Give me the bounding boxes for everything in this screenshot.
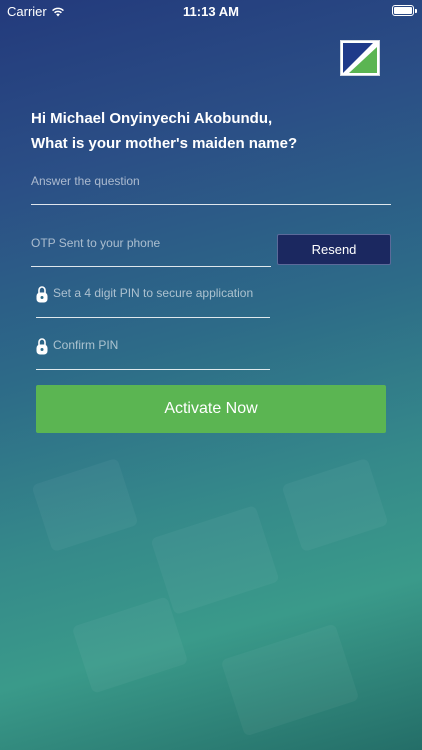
pin-field[interactable]: [36, 284, 270, 318]
activate-now-button[interactable]: Activate Now: [36, 385, 386, 433]
pin-input[interactable]: [53, 286, 268, 300]
background-pattern: [150, 504, 280, 616]
confirm-pin-input[interactable]: [53, 338, 268, 352]
answer-field[interactable]: [31, 172, 391, 205]
background-pattern: [31, 457, 139, 553]
background-pattern: [220, 623, 360, 737]
status-bar: Carrier 11:13 AM: [0, 0, 422, 22]
background-pattern: [71, 596, 189, 694]
background-pattern: [281, 457, 389, 553]
battery-icon: [392, 5, 417, 16]
bank-logo-icon: [340, 40, 380, 76]
greeting-text: Hi Michael Onyinyechi Akobundu,: [31, 110, 273, 127]
otp-input[interactable]: [31, 236, 271, 250]
lock-icon: [36, 286, 48, 303]
otp-field[interactable]: [31, 234, 271, 267]
security-question: What is your mother's maiden name?: [31, 135, 298, 152]
lock-icon: [36, 338, 48, 355]
clock: 11:13 AM: [183, 4, 239, 19]
answer-input[interactable]: [31, 174, 391, 188]
resend-button[interactable]: Resend: [277, 234, 391, 265]
confirm-pin-field[interactable]: [36, 336, 270, 370]
